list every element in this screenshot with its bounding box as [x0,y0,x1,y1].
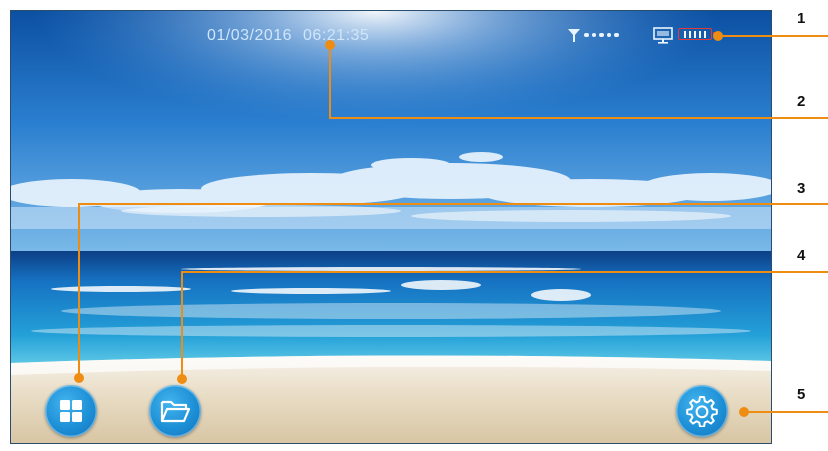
callout-number-3: 3 [797,180,806,197]
device-screen: 01/03/2016 06:21:35 [10,10,772,444]
status-bar: 01/03/2016 06:21:35 [11,11,771,57]
monitor-icon [653,27,673,44]
signal-dot [599,32,604,38]
gear-icon [686,396,718,427]
callout-number-5: 5 [797,386,806,403]
files-button[interactable] [149,385,201,437]
callout-number-2: 2 [797,93,806,110]
apps-button[interactable] [45,385,97,437]
signal-dot [606,32,611,38]
folder-icon [160,400,191,423]
datetime: 01/03/2016 06:21:35 [207,27,375,45]
date-text: 01/03/2016 [207,27,293,44]
signal-dot [584,32,589,38]
signal-indicator [567,27,619,43]
beach-wallpaper [11,11,771,443]
antenna-icon [568,29,580,42]
settings-button[interactable] [676,385,728,437]
callout-number-4: 4 [797,247,806,264]
time-text: 06:21:35 [303,27,370,44]
signal-dot [614,32,619,38]
callout-number-1: 1 [797,10,806,27]
signal-dot [591,32,596,38]
grid-icon [60,400,82,422]
battery-icon [678,28,715,40]
